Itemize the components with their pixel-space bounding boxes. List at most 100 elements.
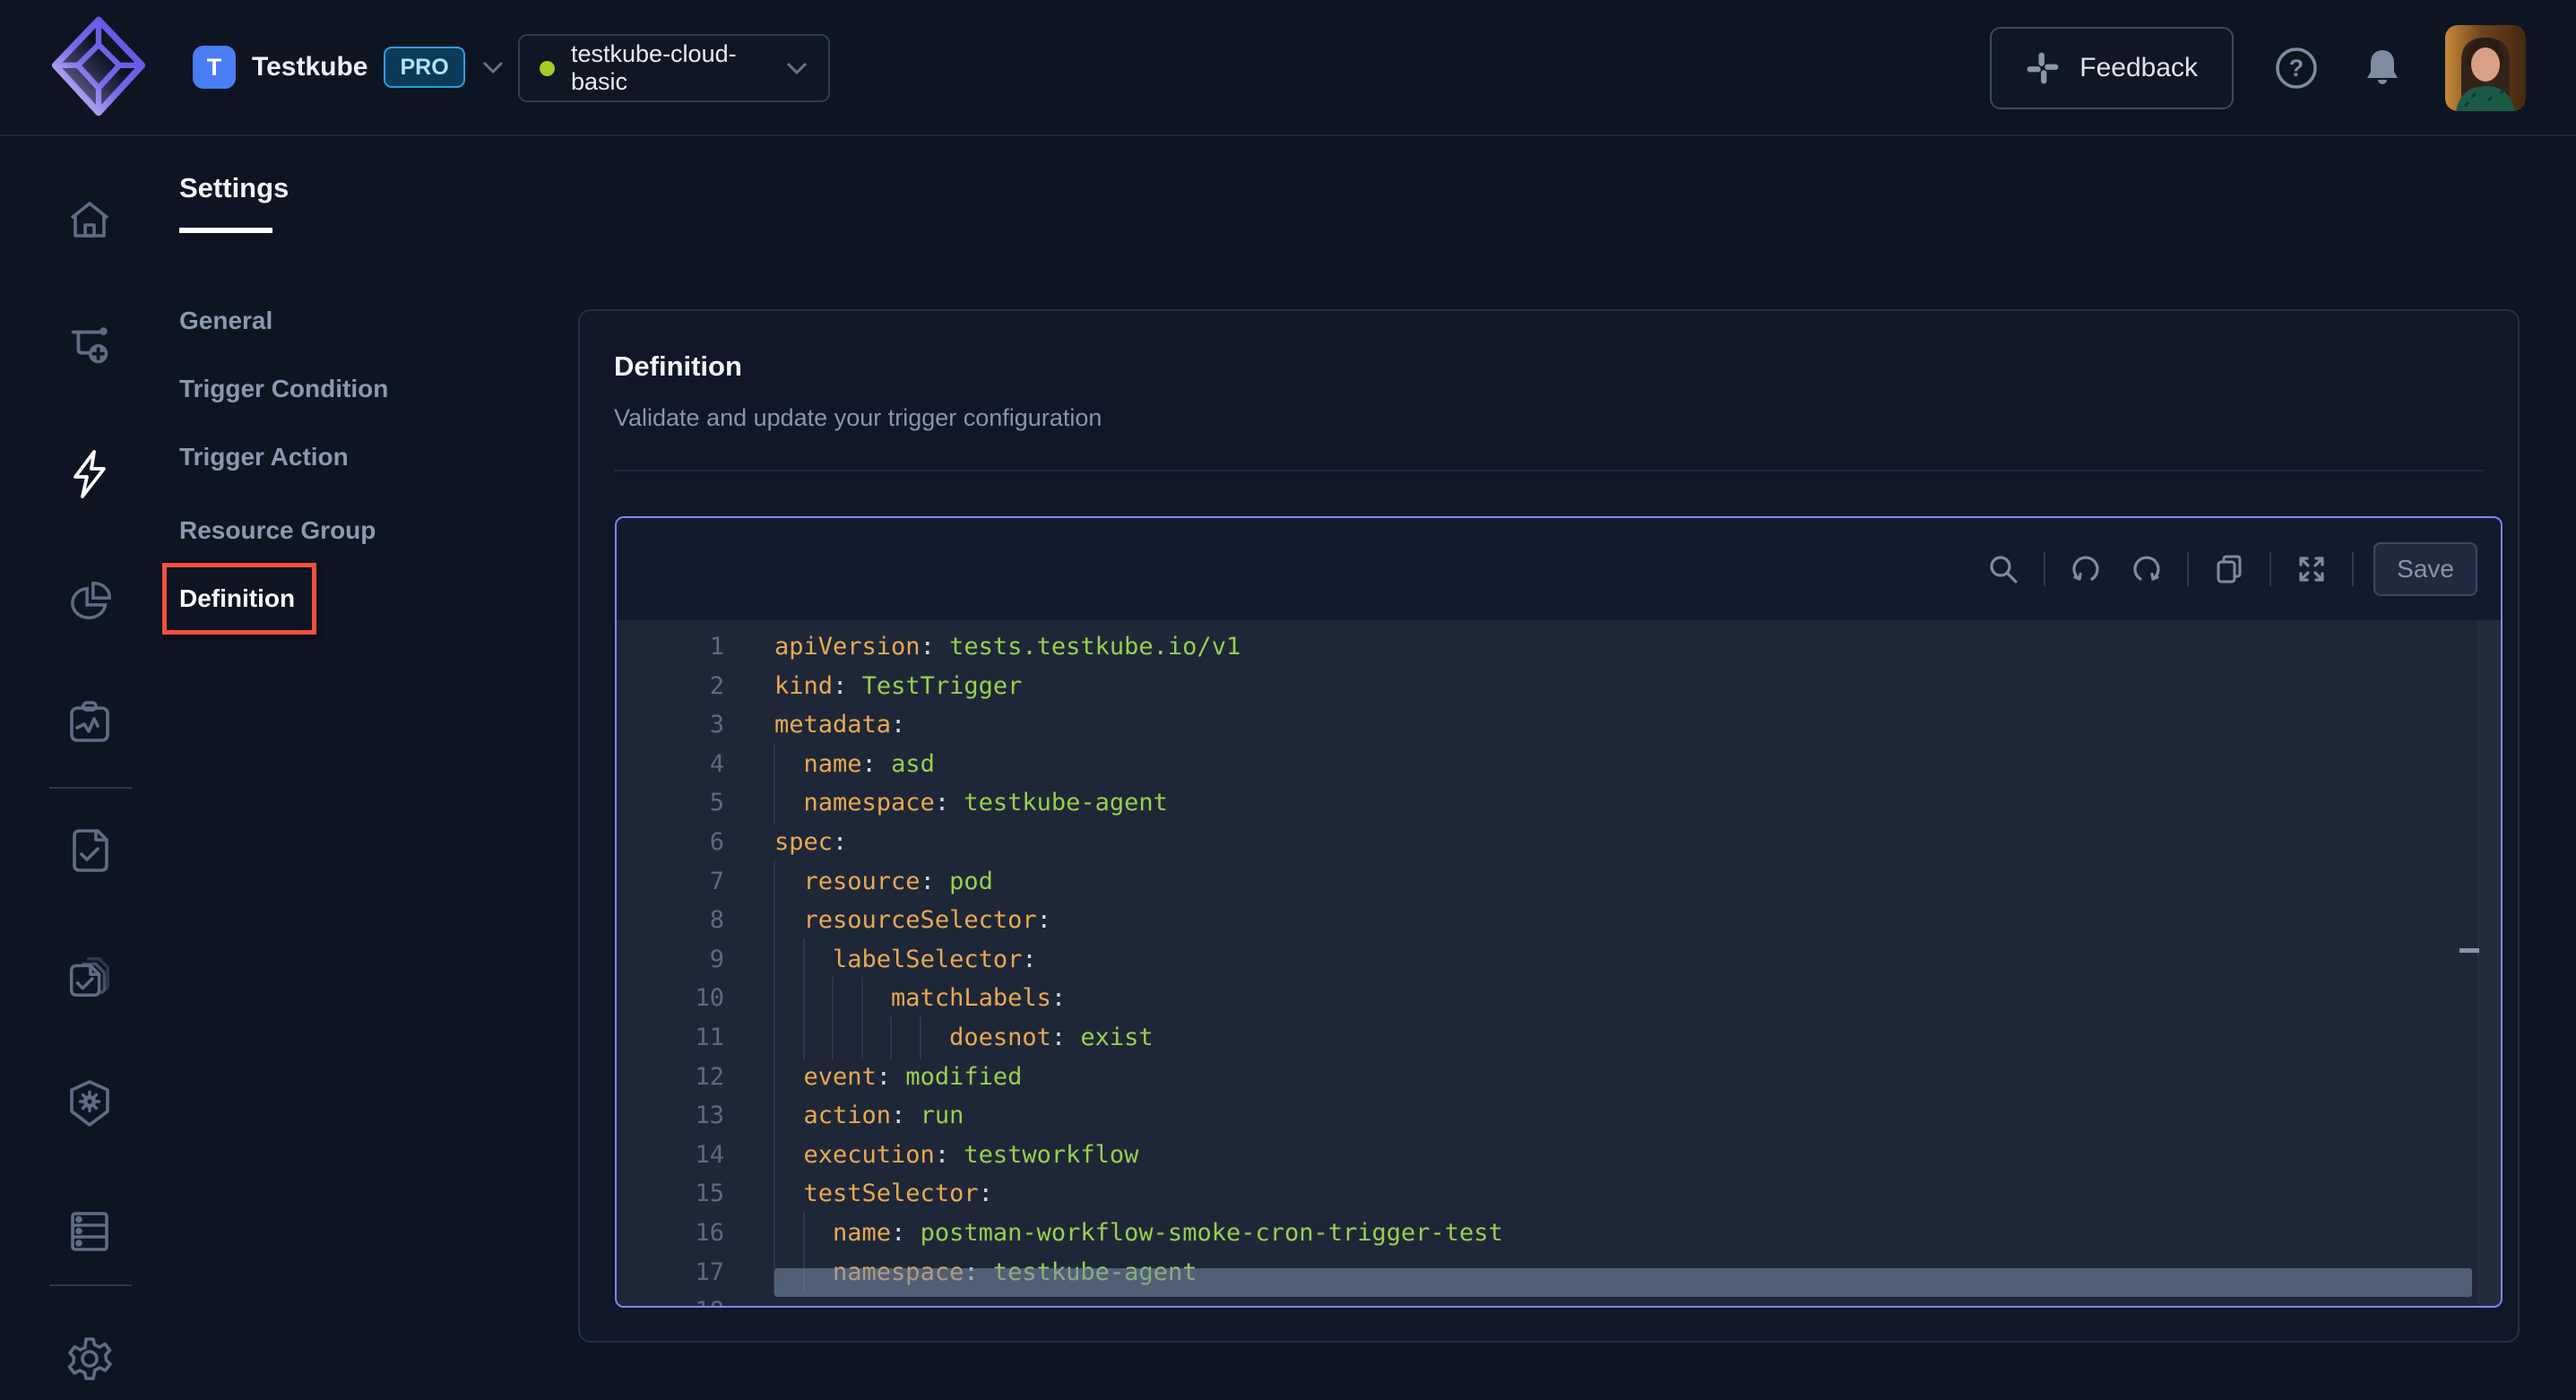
code-line[interactable]: 5 namespace: testkube-agent: [617, 783, 2501, 823]
line-number: 9: [617, 940, 774, 980]
sidebar-divider: [49, 787, 132, 789]
line-number: 13: [617, 1096, 774, 1136]
code-line[interactable]: 6spec:: [617, 823, 2501, 862]
line-number: 15: [617, 1174, 774, 1214]
nav-item-trigger-action[interactable]: Trigger Action: [179, 439, 349, 475]
red-highlight-box: Definition: [162, 563, 316, 635]
nav-item-resource-group[interactable]: Resource Group: [179, 513, 376, 549]
line-number: 18: [617, 1292, 774, 1306]
horizontal-scrollbar[interactable]: [774, 1268, 2472, 1297]
line-number: 4: [617, 745, 774, 784]
code-text: action: run: [774, 1096, 964, 1136]
line-number: 1: [617, 627, 774, 667]
line-number: 16: [617, 1214, 774, 1253]
settings-section: Settings: [179, 172, 289, 233]
code-line[interactable]: 16 name: postman-workflow-smoke-cron-tri…: [617, 1214, 2501, 1253]
line-number: 10: [617, 979, 774, 1018]
org-switcher[interactable]: T Testkube PRO: [193, 46, 505, 89]
code-text: apiVersion: tests.testkube.io/v1: [774, 627, 1240, 667]
code-line[interactable]: 4 name: asd: [617, 745, 2501, 784]
yaml-editor[interactable]: Save 1apiVersion: tests.testkube.io/v12k…: [615, 516, 2503, 1308]
code-line[interactable]: 8 resourceSelector:: [617, 901, 2501, 940]
line-number: 14: [617, 1136, 774, 1175]
code-text: kind: TestTrigger: [774, 667, 1022, 706]
code-text: matchLabels:: [774, 979, 1066, 1018]
undo-icon[interactable]: [2065, 549, 2106, 590]
svg-text:?: ?: [2289, 55, 2304, 82]
user-avatar[interactable]: [2445, 25, 2526, 111]
testkube-logo-icon[interactable]: [47, 14, 151, 120]
code-line[interactable]: 1apiVersion: tests.testkube.io/v1: [617, 627, 2501, 667]
line-number: 11: [617, 1018, 774, 1058]
org-name: Testkube: [252, 52, 367, 82]
feedback-button[interactable]: Feedback: [1990, 27, 2234, 109]
code-line[interactable]: 12 event: modified: [617, 1058, 2501, 1097]
top-header: T Testkube PRO testkube-cloud-basic Feed…: [0, 0, 2576, 136]
nav-item-general[interactable]: General: [179, 303, 272, 339]
nav-item-definition[interactable]: Definition: [179, 581, 295, 617]
code-line[interactable]: 13 action: run: [617, 1096, 2501, 1136]
pie-chart-icon[interactable]: [65, 577, 115, 627]
environment-selector[interactable]: testkube-cloud-basic: [518, 34, 830, 102]
test-suites-icon[interactable]: [65, 952, 115, 1002]
test-doc-icon[interactable]: [65, 825, 115, 876]
active-tab-underline: [179, 228, 272, 233]
monitor-icon[interactable]: [65, 697, 115, 748]
code-line[interactable]: 15 testSelector:: [617, 1174, 2501, 1214]
settings-gear-icon[interactable]: [65, 1334, 115, 1384]
env-name: testkube-cloud-basic: [571, 40, 769, 96]
code-line[interactable]: 14 execution: testworkflow: [617, 1136, 2501, 1175]
line-number: 5: [617, 783, 774, 823]
card-title: Definition: [614, 350, 2484, 383]
code-text: execution: testworkflow: [774, 1136, 1138, 1175]
code-line[interactable]: 2kind: TestTrigger: [617, 667, 2501, 706]
editor-overview-ruler[interactable]: [2477, 620, 2501, 1306]
code-text: metadata:: [774, 705, 905, 745]
code-area[interactable]: 1apiVersion: tests.testkube.io/v12kind: …: [617, 620, 2501, 1306]
create-test-icon[interactable]: [65, 320, 115, 370]
feedback-label: Feedback: [2079, 53, 2198, 83]
code-text: name: asd: [774, 745, 935, 784]
bell-icon[interactable]: [2359, 45, 2406, 91]
redo-icon[interactable]: [2126, 549, 2167, 590]
code-line[interactable]: 3metadata:: [617, 705, 2501, 745]
icon-sidebar: [0, 136, 179, 1400]
code-text: spec:: [774, 823, 847, 862]
code-line[interactable]: 11 doesnot: exist: [617, 1018, 2501, 1058]
search-icon[interactable]: [1983, 549, 2024, 590]
testkube-app: T Testkube PRO testkube-cloud-basic Feed…: [0, 0, 2576, 1400]
line-number: 6: [617, 823, 774, 862]
code-lines: 1apiVersion: tests.testkube.io/v12kind: …: [617, 627, 2501, 1306]
code-text: resource: pod: [774, 862, 993, 902]
code-line[interactable]: 9 labelSelector:: [617, 940, 2501, 980]
triggers-bolt-icon[interactable]: [65, 449, 115, 499]
expand-icon[interactable]: [2291, 549, 2332, 590]
code-line[interactable]: 7 resource: pod: [617, 862, 2501, 902]
code-text: resourceSelector:: [774, 901, 1051, 940]
shield-gear-icon[interactable]: [65, 1078, 115, 1128]
scroll-position-marker: [2459, 948, 2479, 953]
nav-item-trigger-condition[interactable]: Trigger Condition: [179, 371, 388, 407]
editor-toolbar: Save: [617, 518, 2501, 620]
server-icon[interactable]: [65, 1206, 115, 1257]
line-number: 12: [617, 1058, 774, 1097]
sidebar-divider: [49, 1284, 132, 1286]
help-icon[interactable]: ?: [2273, 45, 2320, 91]
save-button[interactable]: Save: [2373, 542, 2477, 596]
code-text: namespace: testkube-agent: [774, 783, 1168, 823]
code-line[interactable]: 10 matchLabels:: [617, 979, 2501, 1018]
toolbar-separator: [2269, 552, 2271, 586]
chevron-down-icon: [481, 60, 505, 74]
copy-icon[interactable]: [2209, 549, 2250, 590]
home-icon[interactable]: [65, 196, 115, 246]
code-text: testSelector:: [774, 1174, 993, 1214]
code-text: labelSelector:: [774, 940, 1037, 980]
line-number: 3: [617, 705, 774, 745]
line-number: 7: [617, 862, 774, 902]
toolbar-separator: [2352, 552, 2354, 586]
org-avatar: T: [193, 46, 236, 89]
pro-badge: PRO: [384, 47, 464, 88]
slack-icon: [2026, 51, 2060, 85]
line-number: 17: [617, 1253, 774, 1292]
code-text: event: modified: [774, 1058, 1022, 1097]
